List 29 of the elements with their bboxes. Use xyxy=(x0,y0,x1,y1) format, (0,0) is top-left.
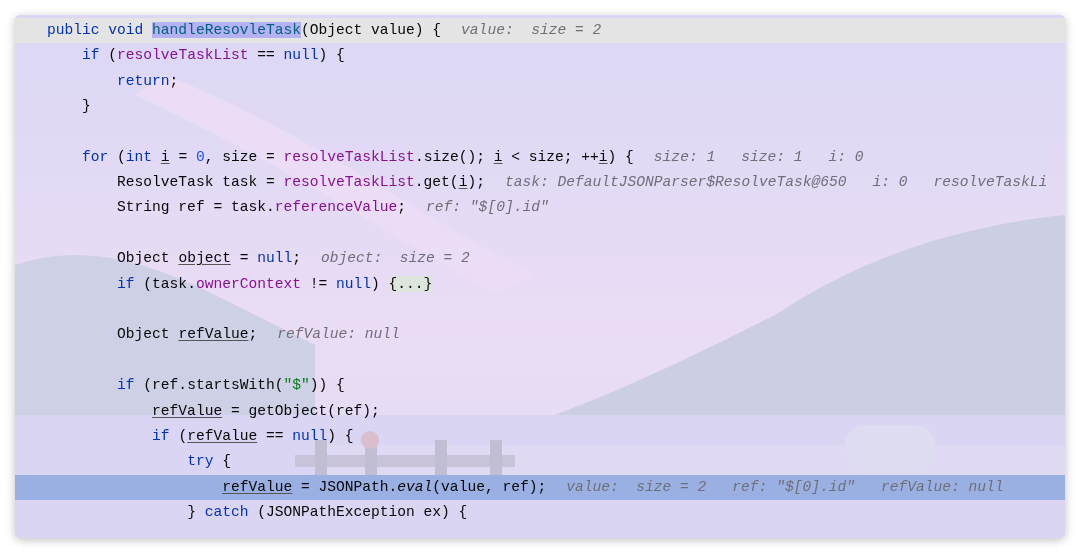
code-line: for (int i = 0, size = resolveTaskList.size(); i < size; ++i) { xyxy=(81,147,634,167)
debug-value-hint: object: size = 2 xyxy=(321,249,470,269)
code-line: if (task.ownerContext != null) {...} xyxy=(116,274,433,294)
debug-value-hint: ref: "$[0].id" xyxy=(732,477,855,497)
debug-value-hint: refValue: null xyxy=(880,477,1004,497)
code-line: if (ref.startsWith("$")) { xyxy=(116,376,345,396)
code-line: ResolveTask task = resolveTaskList.get(i); xyxy=(116,173,485,193)
debug-value-hint: value: size = 2 xyxy=(566,477,707,497)
debug-value-hint: refValue: null xyxy=(277,325,400,345)
code-line: try { xyxy=(186,452,231,472)
debug-value-hint: value: size = 2 xyxy=(461,20,602,40)
debug-value-hint: size: 1 xyxy=(653,147,716,167)
debug-value-hint: i: 0 xyxy=(872,173,908,193)
debug-value-hint: i: 0 xyxy=(828,147,864,167)
code-line: if (resolveTaskList == null) { xyxy=(81,46,345,66)
code-line: } catch (JSONPathException ex) { xyxy=(186,503,468,523)
code-line: public void handleResovleTask(Object value) { xyxy=(47,20,442,40)
code-line: refValue = JSONPath.eval(value, ref); xyxy=(221,477,547,497)
debug-value-hint: resolveTaskLi xyxy=(933,173,1048,193)
code-line: String ref = task.referenceValue; xyxy=(116,198,407,218)
code-line: return; xyxy=(116,71,179,91)
code-line: refValue = getObject(ref); xyxy=(151,401,380,421)
code-line: Object object = null; xyxy=(116,249,301,269)
code-line: } xyxy=(81,96,91,116)
code-line: Object refValue; xyxy=(116,325,258,345)
debug-value-hint: size: 1 xyxy=(741,147,803,167)
debug-value-hint: task: DefaultJSONParser$ResolveTask@650 xyxy=(504,173,847,193)
code-line: if (refValue == null) { xyxy=(151,427,354,446)
debug-value-hint: ref: "$[0].id" xyxy=(426,198,549,218)
